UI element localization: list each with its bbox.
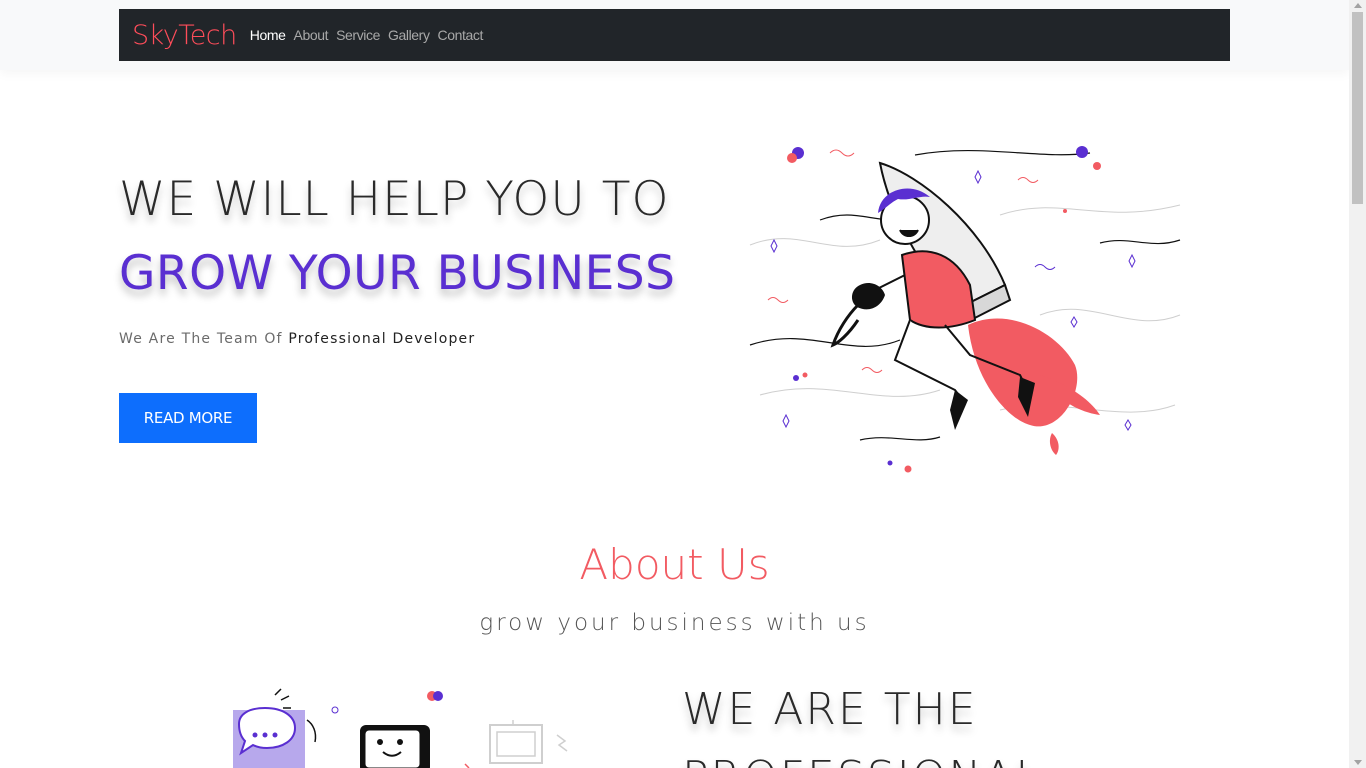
scroll-thumb[interactable] — [1352, 12, 1363, 204]
page-scrollbar[interactable] — [1349, 0, 1366, 768]
nav-link-gallery[interactable]: Gallery — [388, 27, 430, 43]
brand-logo[interactable]: SkyTech — [132, 20, 237, 51]
hero-heading-line2: GROW YOUR BUSINESS — [119, 246, 676, 301]
hero-subtitle-prefix: We Are The Team Of — [119, 331, 289, 347]
nav-link-service[interactable]: Service — [336, 27, 380, 43]
scroll-up-arrow-icon[interactable] — [1354, 3, 1362, 8]
nav-link-home[interactable]: Home — [250, 27, 286, 43]
about-heading-line2: PROFESSIONAL — [682, 752, 1042, 768]
rocket-boy-illustration-icon — [749, 146, 1181, 473]
hero-heading-line1: WE WILL HELP YOU TO — [119, 172, 670, 227]
hero-subtitle-strong: Professional Developer — [288, 331, 476, 347]
about-heading-line1: WE ARE THE — [682, 684, 978, 735]
navbar: SkyTech Home About Service Gallery Conta… — [119, 9, 1230, 61]
about-title: About Us — [579, 540, 770, 589]
about-subtitle: grow your business with us — [479, 610, 870, 636]
read-more-button[interactable]: READ MORE — [119, 393, 257, 443]
scroll-down-arrow-icon[interactable] — [1354, 760, 1362, 765]
nav-link-contact[interactable]: Contact — [438, 27, 484, 43]
hero-subtitle: We Are The Team Of Professional Develope… — [119, 331, 475, 347]
robot-chat-illustration-icon — [233, 688, 568, 768]
nav-link-about[interactable]: About — [294, 27, 329, 43]
